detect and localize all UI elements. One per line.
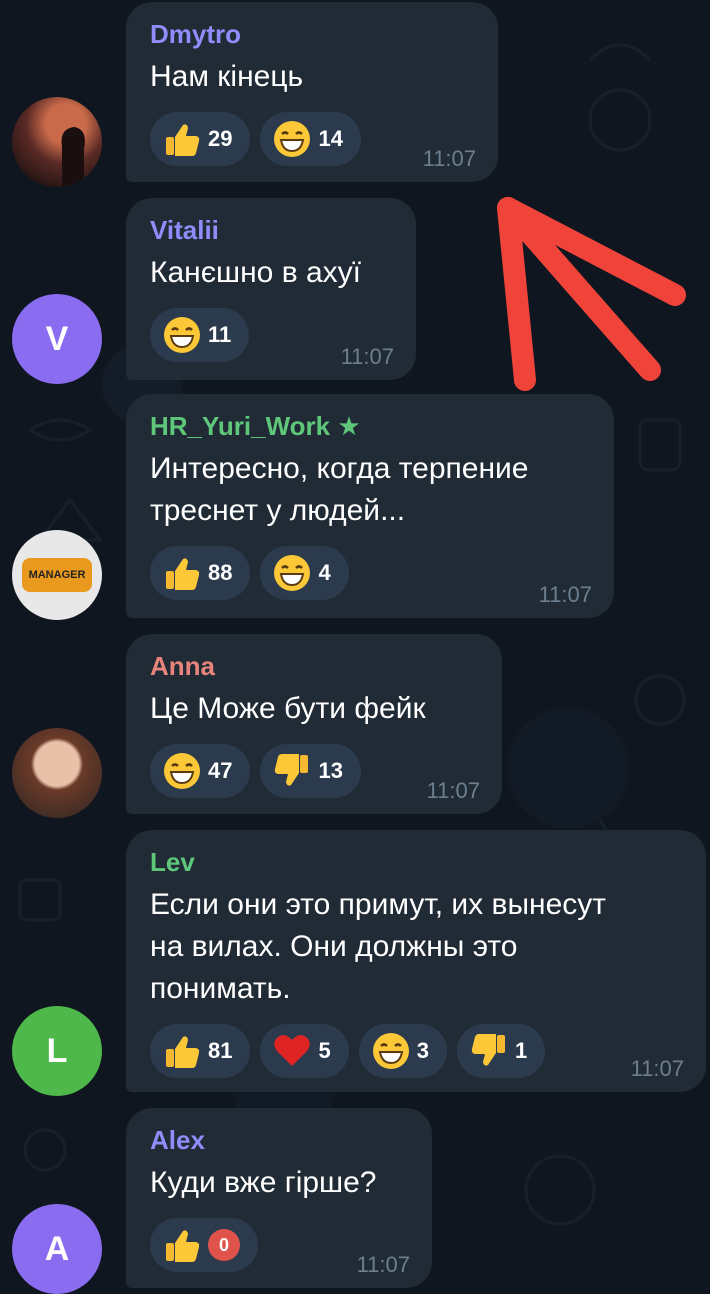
message-time: 11:07	[340, 344, 394, 369]
reaction-grin[interactable]: 4	[260, 546, 349, 600]
reaction-thumbs-down[interactable]: 13	[260, 744, 361, 798]
thumbs-down-icon	[471, 1034, 505, 1066]
message-bubble[interactable]: HR_Yuri_Work ★ Интересно, когда терпение…	[126, 394, 614, 618]
sender-name[interactable]: Dmytro	[150, 18, 474, 50]
reaction-grin[interactable]: 14	[260, 112, 361, 166]
sender-name[interactable]: HR_Yuri_Work ★	[150, 410, 590, 442]
thumbs-up-icon	[166, 1036, 200, 1068]
message-text: Интересно, когда терпение треснет у людей…	[150, 452, 529, 527]
message-time: 11:07	[422, 146, 476, 171]
reaction-thumbs-up[interactable]: 81	[150, 1024, 251, 1078]
message-time: 11:07	[426, 778, 480, 803]
avatar-lev[interactable]: L	[12, 1006, 102, 1096]
grin-emoji-icon	[164, 317, 200, 353]
message-bubble[interactable]: Dmytro Нам кінець 29 14 11:07	[126, 2, 498, 182]
thumbs-up-icon	[166, 558, 200, 590]
avatar-hr-yuri[interactable]: MANAGER	[12, 530, 102, 620]
message-bubble[interactable]: Lev Если они это примут, их вынесут на ви…	[126, 830, 706, 1092]
reactions-bar: 88 4	[150, 546, 590, 600]
message-text: Куди вже гірше?	[150, 1166, 377, 1199]
avatar-vitalii[interactable]: V	[12, 294, 102, 384]
grin-emoji-icon	[274, 121, 311, 157]
message-text: Канєшно в ахуї	[150, 256, 361, 289]
thumbs-up-icon	[166, 1230, 200, 1262]
reaction-thumbs-up[interactable]: 88	[150, 546, 251, 600]
avatar-initial: A	[44, 1229, 70, 1268]
reaction-grin[interactable]: 11	[150, 308, 250, 362]
avatar-anna[interactable]	[12, 728, 102, 818]
sender-name[interactable]: Alex	[150, 1124, 408, 1156]
heart-icon	[274, 1035, 311, 1066]
sender-name[interactable]: Anna	[150, 650, 478, 682]
thumbs-down-icon	[275, 754, 309, 786]
reaction-thumbs-up[interactable]: 29	[150, 112, 251, 166]
reaction-heart[interactable]: 5	[260, 1024, 349, 1078]
grin-emoji-icon	[372, 1033, 409, 1069]
avatar-alex[interactable]: A	[12, 1204, 102, 1294]
sender-name[interactable]: Lev	[150, 846, 682, 878]
reaction-thumbs-down[interactable]: 1	[456, 1024, 546, 1078]
message-bubble[interactable]: Vitalii Канєшно в ахуї 11 11:07	[126, 198, 416, 380]
message-text: Если они это примут, их вынесут на вилах.…	[150, 888, 607, 1005]
message-bubble[interactable]: Anna Це Може бути фейк 47 13 11:07	[126, 634, 502, 814]
message-text: Це Може бути фейк	[150, 692, 426, 725]
message-time: 11:07	[356, 1252, 410, 1277]
star-icon: ★	[337, 411, 361, 441]
grin-emoji-icon	[164, 753, 200, 789]
manager-logo: MANAGER	[22, 558, 92, 592]
reaction-thumbs-up[interactable]: 0	[150, 1218, 258, 1272]
reactions-bar: 81 5 3 1	[150, 1024, 682, 1078]
thumbs-up-icon	[166, 124, 200, 156]
red-arrow-annotation	[497, 197, 686, 391]
avatar-initial: L	[46, 1031, 68, 1070]
unread-badge[interactable]: 0	[208, 1229, 240, 1261]
reaction-grin[interactable]: 3	[358, 1024, 447, 1078]
message-text: Нам кінець	[150, 60, 304, 93]
avatar-initial: V	[45, 319, 69, 358]
grin-emoji-icon	[274, 555, 311, 591]
message-time: 11:07	[630, 1056, 684, 1081]
message-bubble[interactable]: Alex Куди вже гірше? 0 11:07	[126, 1108, 432, 1288]
avatar-dmytro[interactable]	[12, 97, 102, 187]
sender-name[interactable]: Vitalii	[150, 214, 392, 246]
message-time: 11:07	[538, 582, 592, 607]
silhouette-photo	[61, 127, 85, 187]
reaction-grin[interactable]: 47	[150, 744, 251, 798]
